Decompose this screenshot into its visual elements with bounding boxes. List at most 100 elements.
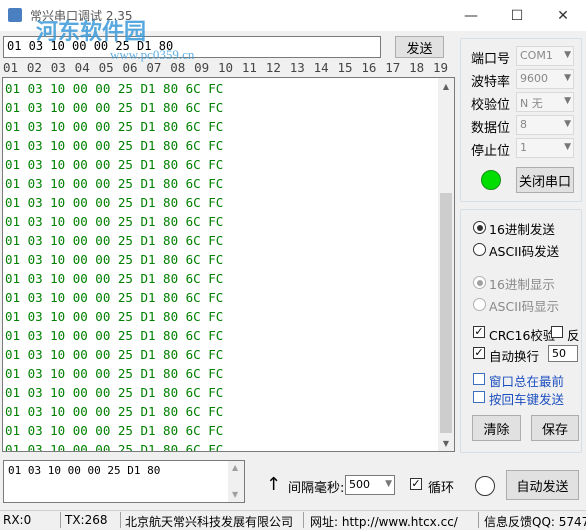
ruler-column: 16 — [361, 60, 377, 75]
chevron-down-icon: ▼ — [564, 96, 571, 106]
ascii-display-radio[interactable] — [473, 298, 486, 311]
parity-select[interactable]: N 无 ▼ — [516, 92, 574, 112]
chevron-down-icon: ▼ — [385, 479, 392, 489]
close-button[interactable]: ✕ — [540, 0, 586, 31]
receive-line: 01 03 10 00 00 25 D1 80 6C FC — [5, 195, 224, 210]
receive-line: 01 03 10 00 00 25 D1 80 6C FC — [5, 214, 224, 229]
scroll-thumb[interactable] — [440, 193, 452, 433]
enter-send-checkbox[interactable] — [473, 391, 485, 403]
crc16-label: CRC16校验 — [489, 328, 556, 343]
interval-select[interactable]: 500 ▼ — [345, 475, 395, 495]
ruler-column: 06 — [122, 60, 138, 75]
ruler-column: 01 — [3, 60, 19, 75]
ruler-column: 14 — [313, 60, 329, 75]
watermark-logo: 河东软件园 — [36, 19, 147, 44]
receive-line: 01 03 10 00 00 25 D1 80 6C FC — [5, 366, 224, 381]
port-select[interactable]: COM1 ▼ — [516, 46, 574, 66]
maximize-button[interactable]: ☐ — [494, 0, 540, 31]
status-bar: RX:0 TX:268 北京航天常兴科技发展有限公司 网址: http://ww… — [0, 510, 586, 529]
databits-value: 8 — [520, 118, 527, 131]
ascii-send-radio[interactable] — [473, 243, 486, 256]
cycle-checkbox[interactable]: ✓ — [410, 478, 422, 490]
scroll-up-arrow-icon[interactable]: ▲ — [438, 78, 454, 94]
receive-line: 01 03 10 00 00 25 D1 80 6C FC — [5, 423, 224, 438]
ruler-column: 05 — [98, 60, 114, 75]
website-link[interactable]: 网址: http://www.htcx.cc/ — [310, 513, 458, 530]
tx-count: TX:268 — [65, 513, 108, 527]
feedback-qq: 信息反馈QQ: 57476 — [484, 515, 586, 529]
receive-line: 01 03 10 00 00 25 D1 80 6C FC — [5, 290, 224, 305]
ruler-column: 12 — [265, 60, 281, 75]
port-value: COM1 — [520, 49, 553, 62]
app-icon — [8, 8, 22, 22]
receive-scrollbar[interactable]: ▲ ▼ — [438, 78, 454, 451]
auto-newline-label: 自动换行 — [489, 349, 540, 364]
ruler-column: 08 — [170, 60, 186, 75]
ruler-column: 03 — [50, 60, 66, 75]
stopbits-select[interactable]: 1 ▼ — [516, 138, 574, 158]
receive-area[interactable]: 01 03 10 00 00 25 D1 80 6C FC 01 03 10 00… — [2, 77, 455, 452]
send-button[interactable]: 发送 — [395, 36, 444, 58]
bottom-send-scrollbar[interactable]: ▲ ▼ — [228, 461, 244, 502]
chevron-down-icon: ▼ — [564, 50, 571, 60]
chevron-down-icon: ▼ — [564, 73, 571, 83]
receive-line: 01 03 10 00 00 25 D1 80 6C FC — [5, 271, 224, 286]
minimize-button[interactable]: — — [448, 0, 494, 31]
close-port-button[interactable]: 关闭串口 — [516, 167, 574, 193]
receive-line: 01 03 10 00 00 25 D1 80 6C FC — [5, 100, 224, 115]
rx-count: RX:0 — [3, 513, 32, 527]
receive-line: 01 03 10 00 00 25 D1 80 6C FC — [5, 119, 224, 134]
scroll-up-arrow-icon[interactable]: ▲ — [232, 463, 238, 472]
bottom-send-textarea[interactable]: 01 03 10 00 00 25 D1 80 — [3, 460, 245, 503]
ruler-column: 02 — [26, 60, 42, 75]
ruler-column: 15 — [337, 60, 353, 75]
stopbits-value: 1 — [520, 141, 527, 154]
clear-button[interactable]: 清除 — [472, 415, 521, 441]
databits-label: 数据位 — [471, 121, 511, 136]
interval-value: 500 — [349, 478, 370, 491]
scroll-down-arrow-icon[interactable]: ▼ — [438, 435, 454, 451]
ruler-column: 10 — [218, 60, 234, 75]
receive-line: 01 03 10 00 00 25 D1 80 6C FC — [5, 328, 224, 343]
parity-label: 校验位 — [471, 98, 511, 113]
receive-lines: 01 03 10 00 00 25 D1 80 6C FC 01 03 10 00… — [5, 79, 224, 451]
stopbits-label: 停止位 — [471, 144, 511, 159]
receive-line: 01 03 10 00 00 25 D1 80 6C FC — [5, 385, 224, 400]
auto-newline-checkbox[interactable]: ✓ — [473, 347, 485, 359]
hex-send-label: 16进制发送 — [489, 222, 555, 237]
ruler-column: 13 — [289, 60, 305, 75]
interval-label: 间隔毫秒: — [288, 481, 345, 496]
baud-select[interactable]: 9600 ▼ — [516, 69, 574, 89]
always-on-top-checkbox[interactable] — [473, 373, 485, 385]
databits-select[interactable]: 8 ▼ — [516, 115, 574, 135]
receive-line: 01 03 10 00 00 25 D1 80 6C FC — [5, 252, 224, 267]
hex-send-radio[interactable] — [473, 221, 486, 234]
line-width-input[interactable]: 50 — [548, 345, 578, 362]
hex-display-radio[interactable] — [473, 276, 486, 289]
chevron-down-icon: ▼ — [564, 142, 571, 152]
receive-line: 01 03 10 00 00 25 D1 80 6C FC — [5, 81, 224, 96]
cycle-indicator-icon — [475, 476, 495, 496]
ruler-column: 18 — [409, 60, 425, 75]
cycle-label: 循环 — [428, 481, 455, 496]
save-button[interactable]: 保存 — [531, 415, 579, 441]
port-label: 端口号 — [471, 52, 511, 67]
status-divider — [303, 512, 304, 528]
crc16-checkbox[interactable]: ✓ — [473, 326, 485, 338]
receive-line: 01 03 10 00 00 25 D1 80 6C FC — [5, 347, 224, 362]
port-status-led-icon — [481, 170, 501, 190]
column-ruler: 01 02 03 04 05 06 07 08 09 10 11 12 13 14 15 16 17 18 19 — [3, 60, 455, 76]
status-divider — [478, 512, 479, 528]
ruler-column: 19 — [433, 60, 449, 75]
ruler-column: 04 — [74, 60, 90, 75]
receive-line: 01 03 10 00 00 25 D1 80 6C FC — [5, 233, 224, 248]
reverse-checkbox[interactable] — [551, 326, 563, 338]
parity-value: N 无 — [520, 97, 543, 110]
ascii-send-label: ASCII码发送 — [489, 244, 560, 259]
ruler-column: 07 — [146, 60, 162, 75]
scroll-down-arrow-icon[interactable]: ▼ — [232, 490, 238, 499]
auto-send-button[interactable]: 自动发送 — [506, 470, 579, 500]
ruler-column: 17 — [385, 60, 401, 75]
ruler-column: 11 — [241, 60, 257, 75]
baud-label: 波特率 — [471, 75, 511, 90]
